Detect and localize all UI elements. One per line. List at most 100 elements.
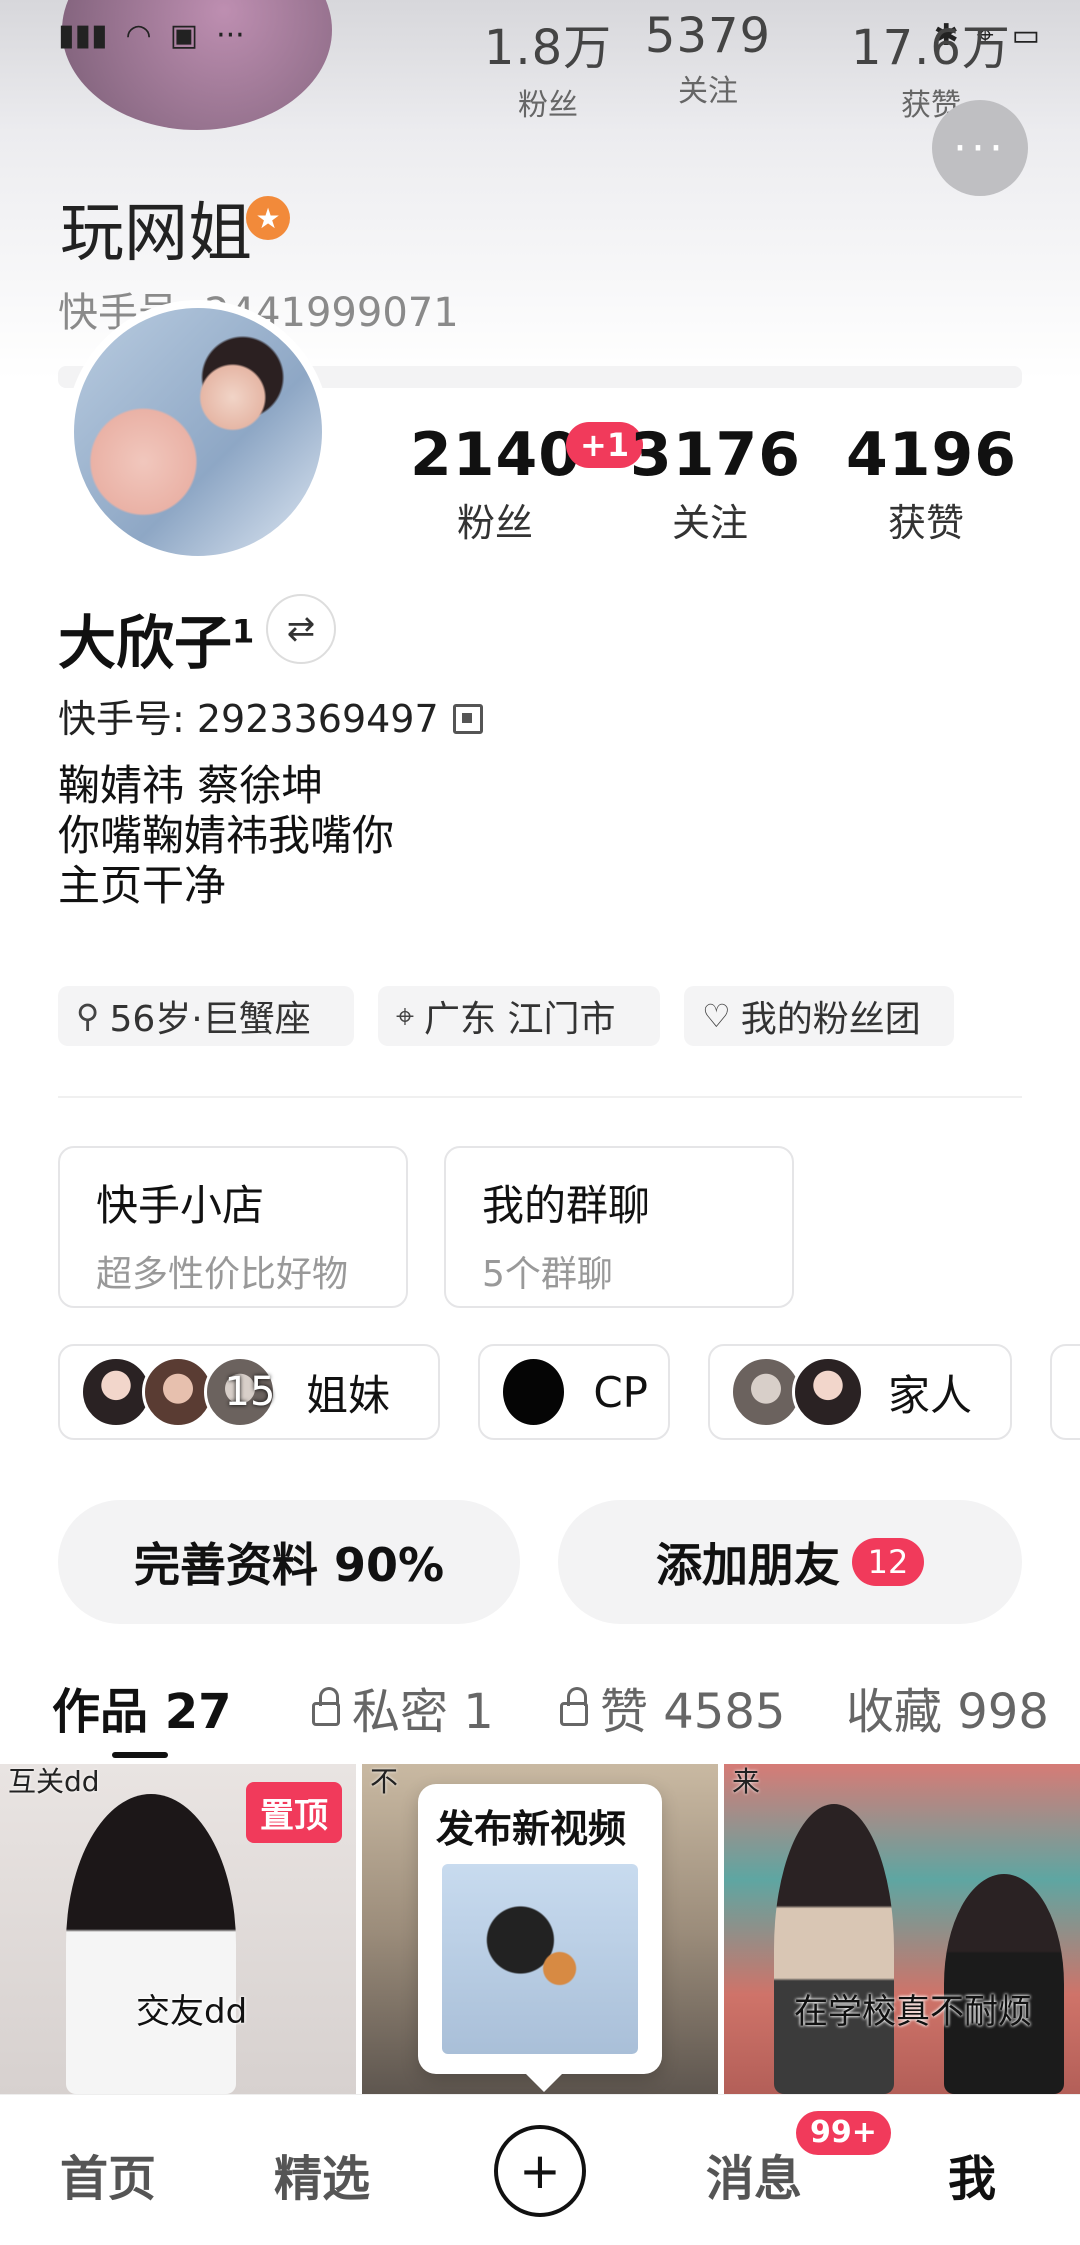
header-stat-following-label: 关注 [678, 74, 738, 109]
tab-works[interactable]: 作品 27 [52, 1672, 232, 1742]
avatar[interactable] [66, 300, 330, 564]
heart-icon: ♡ [702, 997, 731, 1035]
tag-location-text: 广东 江门市 [424, 999, 616, 1040]
publish-new-video-popup[interactable]: 发布新视频 [418, 1784, 662, 2092]
complete-profile-label: 完善资料 90% [133, 1538, 445, 1592]
lock-icon [312, 1687, 340, 1726]
create-plus-button[interactable]: + [494, 2125, 586, 2217]
group-more-partial[interactable] [1050, 1344, 1080, 1440]
entry-group-chat[interactable]: 我的群聊 5个群聊 [444, 1146, 794, 1308]
swap-icon: ⇄ [286, 609, 316, 649]
complete-profile-button[interactable]: 完善资料 90% [58, 1500, 520, 1624]
video-tile[interactable]: 互关dd 置顶 交友dd [0, 1764, 356, 2094]
group-sisters-count: 15 [224, 1369, 276, 1415]
switch-account-button[interactable]: ⇄ [266, 594, 336, 664]
header-stat-following: 5379 关注 [628, 8, 788, 110]
add-friends-label: 添加朋友 [656, 1538, 840, 1592]
profile-name: 大欣子1 [58, 596, 254, 680]
tab-favorites[interactable]: 收藏 998 [846, 1672, 1049, 1742]
add-friends-count-badge: 12 [852, 1538, 924, 1586]
group-cp[interactable]: CP [478, 1344, 670, 1440]
video-corner-text: 互关dd [8, 1765, 100, 1798]
plus-icon: + [519, 2142, 561, 2200]
avatar [792, 1356, 864, 1428]
kuaishou-id-text: 快手号: 2923369497 [58, 697, 439, 741]
stat-fans-label: 粉丝 [456, 501, 533, 545]
header-stat-fans: 1.8万 粉丝 [448, 8, 648, 124]
video-caption: 在学校真不耐烦 [794, 1992, 1032, 2032]
publish-preview-image [442, 1864, 638, 2054]
group-cp-label: CP [593, 1367, 648, 1417]
profile-name-sup: 1 [232, 612, 255, 651]
header-name-text: 玩网姐 [60, 197, 252, 271]
nav-home[interactable]: 首页 [60, 2139, 156, 2209]
tab-favorites-label: 收藏 998 [846, 1684, 1049, 1740]
header-stat-fans-label: 粉丝 [518, 88, 578, 123]
header-stat-fans-value: 1.8万 [483, 20, 613, 76]
section-divider [58, 1096, 1022, 1098]
tab-private[interactable]: 私密 1 [312, 1672, 494, 1742]
notification-dots-icon: ··· [216, 18, 245, 53]
stat-following-label: 关注 [671, 501, 748, 545]
wifi-icon: ◠ [125, 18, 152, 53]
nav-messages[interactable]: 消息 [706, 2139, 802, 2209]
tag-age-zodiac[interactable]: ⚲ 56岁·巨蟹座 [58, 986, 354, 1046]
header-stat-likes-value: 17.6万 [851, 20, 1011, 76]
video-caption: 交友dd [136, 1992, 248, 2032]
lock-icon [560, 1687, 588, 1726]
bottom-navigation: 首页 精选 + 消息 99+ 我 [0, 2094, 1080, 2245]
video-thumbnail-figure [774, 1804, 894, 2094]
entry-group-chat-title: 我的群聊 [482, 1181, 651, 1230]
more-options-button[interactable]: ··· [932, 100, 1028, 196]
tag-age-zodiac-text: 56岁·巨蟹座 [109, 999, 311, 1040]
header-name: 玩网姐1 [60, 182, 275, 274]
publish-new-video-title: 发布新视频 [436, 1807, 627, 1851]
nav-me[interactable]: 我 [948, 2139, 996, 2209]
active-tab-indicator [112, 1752, 168, 1758]
bio-line-3: 主页干净 [58, 861, 227, 910]
stat-fans[interactable]: 2140 粉丝 [410, 420, 580, 547]
stat-fans-value: 2140 [410, 420, 581, 490]
add-friends-button[interactable]: 添加朋友 12 [558, 1500, 1022, 1624]
stat-following[interactable]: 3176 关注 [630, 420, 801, 547]
tag-fan-club-text: 我的粉丝团 [740, 999, 921, 1040]
tab-likes[interactable]: 赞 4585 [560, 1672, 785, 1742]
group-family[interactable]: 家人 [708, 1344, 1012, 1440]
entry-shop[interactable]: 快手小店 超多性价比好物 [58, 1146, 408, 1308]
stat-following-value: 3176 [630, 420, 801, 490]
stat-likes[interactable]: 4196 获赞 [846, 420, 1017, 547]
signal-icon: ▮▮▮ [58, 18, 108, 53]
entry-shop-subtitle: 超多性价比好物 [96, 1254, 349, 1295]
tab-works-label: 作品 27 [52, 1684, 232, 1740]
messages-badge: 99+ [796, 2111, 891, 2155]
group-sisters[interactable]: 15 姐妹 [58, 1344, 440, 1440]
avatar [500, 1356, 568, 1428]
nav-featured[interactable]: 精选 [274, 2139, 370, 2209]
kuaishou-id[interactable]: 快手号: 2923369497 [58, 688, 483, 743]
entry-group-chat-subtitle: 5个群聊 [482, 1254, 613, 1295]
tab-likes-label: 赞 4585 [600, 1684, 786, 1740]
tag-fan-club[interactable]: ♡ 我的粉丝团 [684, 986, 954, 1046]
group-family-label: 家人 [888, 1370, 973, 1420]
tag-location[interactable]: ⌖ 广东 江门市 [378, 986, 660, 1046]
qr-code-icon[interactable] [452, 704, 483, 734]
gender-icon: ⚲ [76, 997, 100, 1035]
group-sisters-label: 姐妹 [306, 1370, 391, 1420]
entry-shop-title: 快手小店 [96, 1181, 265, 1230]
video-corner-text: 来 [732, 1765, 761, 1798]
location-pin-icon: ⌖ [396, 996, 415, 1035]
more-dots-icon: ··· [953, 122, 1007, 174]
pinned-badge: 置顶 [246, 1782, 342, 1843]
video-thumbnail-figure [66, 1794, 236, 2094]
app-notification-icon: ▣ [169, 18, 199, 53]
header-stat-following-value: 5379 [644, 8, 772, 64]
content-tabs: 作品 27 私密 1 赞 4585 收藏 998 [0, 1664, 1080, 1756]
status-icons-left: ▮▮▮ ◠ ▣ ··· [58, 18, 245, 53]
stat-likes-label: 获赞 [887, 501, 964, 545]
tab-private-label: 私密 1 [352, 1684, 494, 1740]
star-badge-icon: ★ [246, 196, 290, 240]
stat-likes-value: 4196 [846, 420, 1017, 490]
profile-name-text: 大欣子 [58, 609, 233, 677]
video-tile[interactable]: 来 在学校真不耐烦 [724, 1764, 1080, 2094]
video-corner-text: 不 [370, 1765, 399, 1798]
